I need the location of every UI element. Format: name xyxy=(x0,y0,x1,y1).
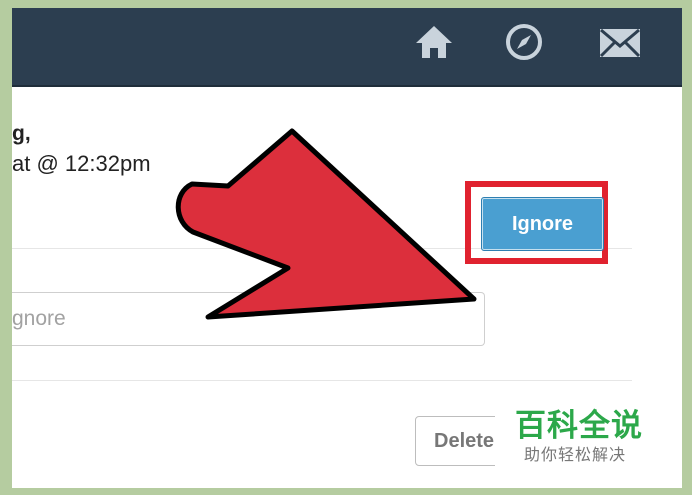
post-time: at @ 12:32pm xyxy=(12,151,151,176)
home-icon[interactable] xyxy=(414,22,454,62)
top-navigation-bar xyxy=(12,8,682,87)
ignore-button[interactable]: Ignore xyxy=(481,197,604,251)
watermark-title: 百科全说 xyxy=(515,408,643,443)
ignore-reason-field[interactable] xyxy=(12,292,485,346)
watermark-subtitle: 助你轻松解决 xyxy=(524,447,627,464)
mail-icon[interactable] xyxy=(598,22,642,62)
compass-icon[interactable] xyxy=(504,22,544,62)
divider xyxy=(12,380,632,381)
ignore-reason-input[interactable] xyxy=(12,293,472,345)
post-date: g, xyxy=(12,122,31,145)
